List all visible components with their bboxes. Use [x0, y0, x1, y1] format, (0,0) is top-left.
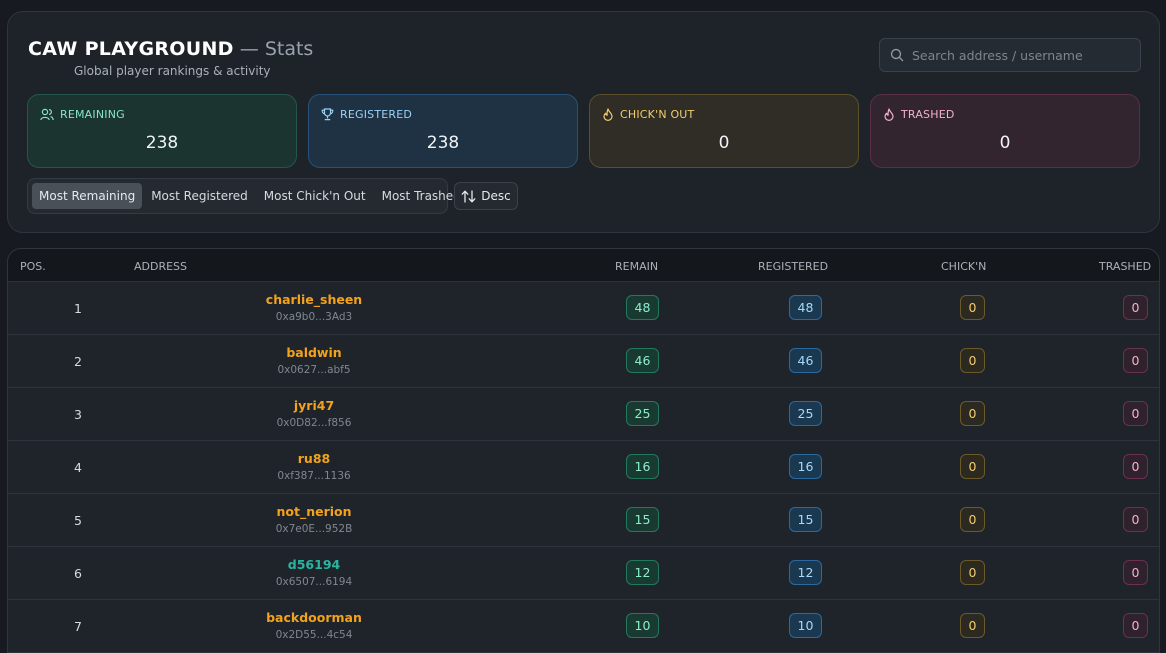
- stat-label: TRASHED: [901, 108, 955, 121]
- col-remain[interactable]: REMAIN: [615, 260, 658, 273]
- sort-arrows-icon: [461, 189, 476, 203]
- player-address: 0x0D82...f856: [276, 417, 352, 429]
- player-username[interactable]: jyri47: [194, 398, 434, 413]
- page-title: CAW PLAYGROUND — Stats: [28, 38, 313, 60]
- stat-label: REGISTERED: [340, 108, 413, 121]
- table-row[interactable]: 2 baldwin 0x0627...abf5 46 46 0 0: [8, 335, 1159, 388]
- brand-name: CAW PLAYGROUND: [28, 38, 234, 60]
- trashed-badge: 0: [1123, 560, 1148, 585]
- row-position: 5: [74, 513, 82, 528]
- player-address: 0x0627...abf5: [277, 364, 351, 376]
- table-header: POS. ADDRESS REMAIN REGISTERED CHICK'N T…: [8, 249, 1159, 282]
- stat-label: CHICK'N OUT: [620, 108, 695, 121]
- search-input[interactable]: [912, 47, 1132, 63]
- table-row[interactable]: 7 backdoorman 0x2D55...4c54 10 10 0 0: [8, 600, 1159, 653]
- stat-card-registered: REGISTERED 238: [308, 94, 578, 168]
- remain-badge: 12: [626, 560, 659, 585]
- sort-most-chickn-out-button[interactable]: Most Chick'n Out: [257, 183, 373, 209]
- row-position: 3: [74, 407, 82, 422]
- table-body: 1 charlie_sheen 0xa9b0...3Ad3 48 48 0 0 …: [8, 282, 1159, 653]
- registered-badge: 46: [789, 348, 822, 373]
- sort-order-button[interactable]: Desc: [454, 182, 518, 210]
- registered-badge: 25: [789, 401, 822, 426]
- row-position: 6: [74, 566, 82, 581]
- player-username[interactable]: baldwin: [194, 345, 434, 360]
- col-pos[interactable]: POS.: [20, 260, 46, 273]
- col-address[interactable]: ADDRESS: [134, 260, 187, 273]
- section-name: Stats: [264, 38, 314, 60]
- registered-badge: 12: [789, 560, 822, 585]
- chickn-badge: 0: [960, 454, 985, 479]
- row-position: 2: [74, 354, 82, 369]
- search-icon: [890, 48, 904, 62]
- users-icon: [40, 108, 54, 121]
- trashed-badge: 0: [1123, 401, 1148, 426]
- player-address: 0x2D55...4c54: [275, 629, 353, 641]
- search-box[interactable]: [879, 38, 1141, 72]
- page-subtitle: Global player rankings & activity: [74, 64, 271, 78]
- col-registered[interactable]: REGISTERED: [758, 260, 828, 273]
- sort-options: Most Remaining Most Registered Most Chic…: [27, 178, 461, 214]
- stat-value: 0: [718, 133, 730, 153]
- col-trashed[interactable]: TRASHED: [1099, 260, 1151, 273]
- remain-badge: 16: [626, 454, 659, 479]
- stats-panel: CAW PLAYGROUND — Stats Global player ran…: [7, 11, 1160, 233]
- table-row[interactable]: 5 not_nerion 0x7e0E...952B 15 15 0 0: [8, 494, 1159, 547]
- remain-badge: 10: [626, 613, 659, 638]
- chickn-badge: 0: [960, 560, 985, 585]
- rankings-table: POS. ADDRESS REMAIN REGISTERED CHICK'N T…: [7, 248, 1160, 653]
- player-address: 0x6507...6194: [275, 576, 353, 588]
- chickn-badge: 0: [960, 401, 985, 426]
- remain-badge: 25: [626, 401, 659, 426]
- table-row[interactable]: 4 ru88 0xf387...1136 16 16 0 0: [8, 441, 1159, 494]
- registered-badge: 48: [789, 295, 822, 320]
- player-username[interactable]: backdoorman: [194, 610, 434, 625]
- player-username[interactable]: not_nerion: [194, 504, 434, 519]
- stat-value: 238: [145, 133, 179, 153]
- chickn-badge: 0: [960, 348, 985, 373]
- sort-most-registered-button[interactable]: Most Registered: [144, 183, 255, 209]
- chickn-badge: 0: [960, 613, 985, 638]
- trashed-badge: 0: [1123, 295, 1148, 320]
- title-separator: —: [239, 38, 259, 60]
- row-position: 7: [74, 619, 82, 634]
- stat-value: 0: [999, 133, 1011, 153]
- remain-badge: 48: [626, 295, 659, 320]
- flame-icon: [603, 108, 613, 121]
- chickn-badge: 0: [960, 507, 985, 532]
- player-address: 0x7e0E...952B: [275, 523, 353, 535]
- chickn-badge: 0: [960, 295, 985, 320]
- col-chickn[interactable]: CHICK'N: [941, 260, 986, 273]
- table-row[interactable]: 1 charlie_sheen 0xa9b0...3Ad3 48 48 0 0: [8, 282, 1159, 335]
- table-row[interactable]: 6 d56194 0x6507...6194 12 12 0 0: [8, 547, 1159, 600]
- stat-label: REMAINING: [60, 108, 125, 121]
- trophy-icon: [321, 108, 334, 121]
- registered-badge: 10: [789, 613, 822, 638]
- stat-value: 238: [426, 133, 460, 153]
- trashed-badge: 0: [1123, 613, 1148, 638]
- trashed-badge: 0: [1123, 507, 1148, 532]
- remain-badge: 15: [626, 507, 659, 532]
- registered-badge: 15: [789, 507, 822, 532]
- registered-badge: 16: [789, 454, 822, 479]
- remain-badge: 46: [626, 348, 659, 373]
- row-position: 1: [74, 301, 82, 316]
- player-username[interactable]: ru88: [194, 451, 434, 466]
- trashed-badge: 0: [1123, 348, 1148, 373]
- player-address: 0xa9b0...3Ad3: [275, 311, 353, 323]
- trashed-badge: 0: [1123, 454, 1148, 479]
- flame-icon: [884, 108, 894, 121]
- stat-card-chickn-out: CHICK'N OUT 0: [589, 94, 859, 168]
- stat-card-trashed: TRASHED 0: [870, 94, 1140, 168]
- sort-order-label: Desc: [481, 189, 511, 203]
- player-username[interactable]: d56194: [194, 557, 434, 572]
- player-address: 0xf387...1136: [277, 470, 351, 482]
- player-username[interactable]: charlie_sheen: [194, 292, 434, 307]
- stat-card-remaining: REMAINING 238: [27, 94, 297, 168]
- table-row[interactable]: 3 jyri47 0x0D82...f856 25 25 0 0: [8, 388, 1159, 441]
- sort-most-remaining-button[interactable]: Most Remaining: [32, 183, 143, 209]
- row-position: 4: [74, 460, 82, 475]
